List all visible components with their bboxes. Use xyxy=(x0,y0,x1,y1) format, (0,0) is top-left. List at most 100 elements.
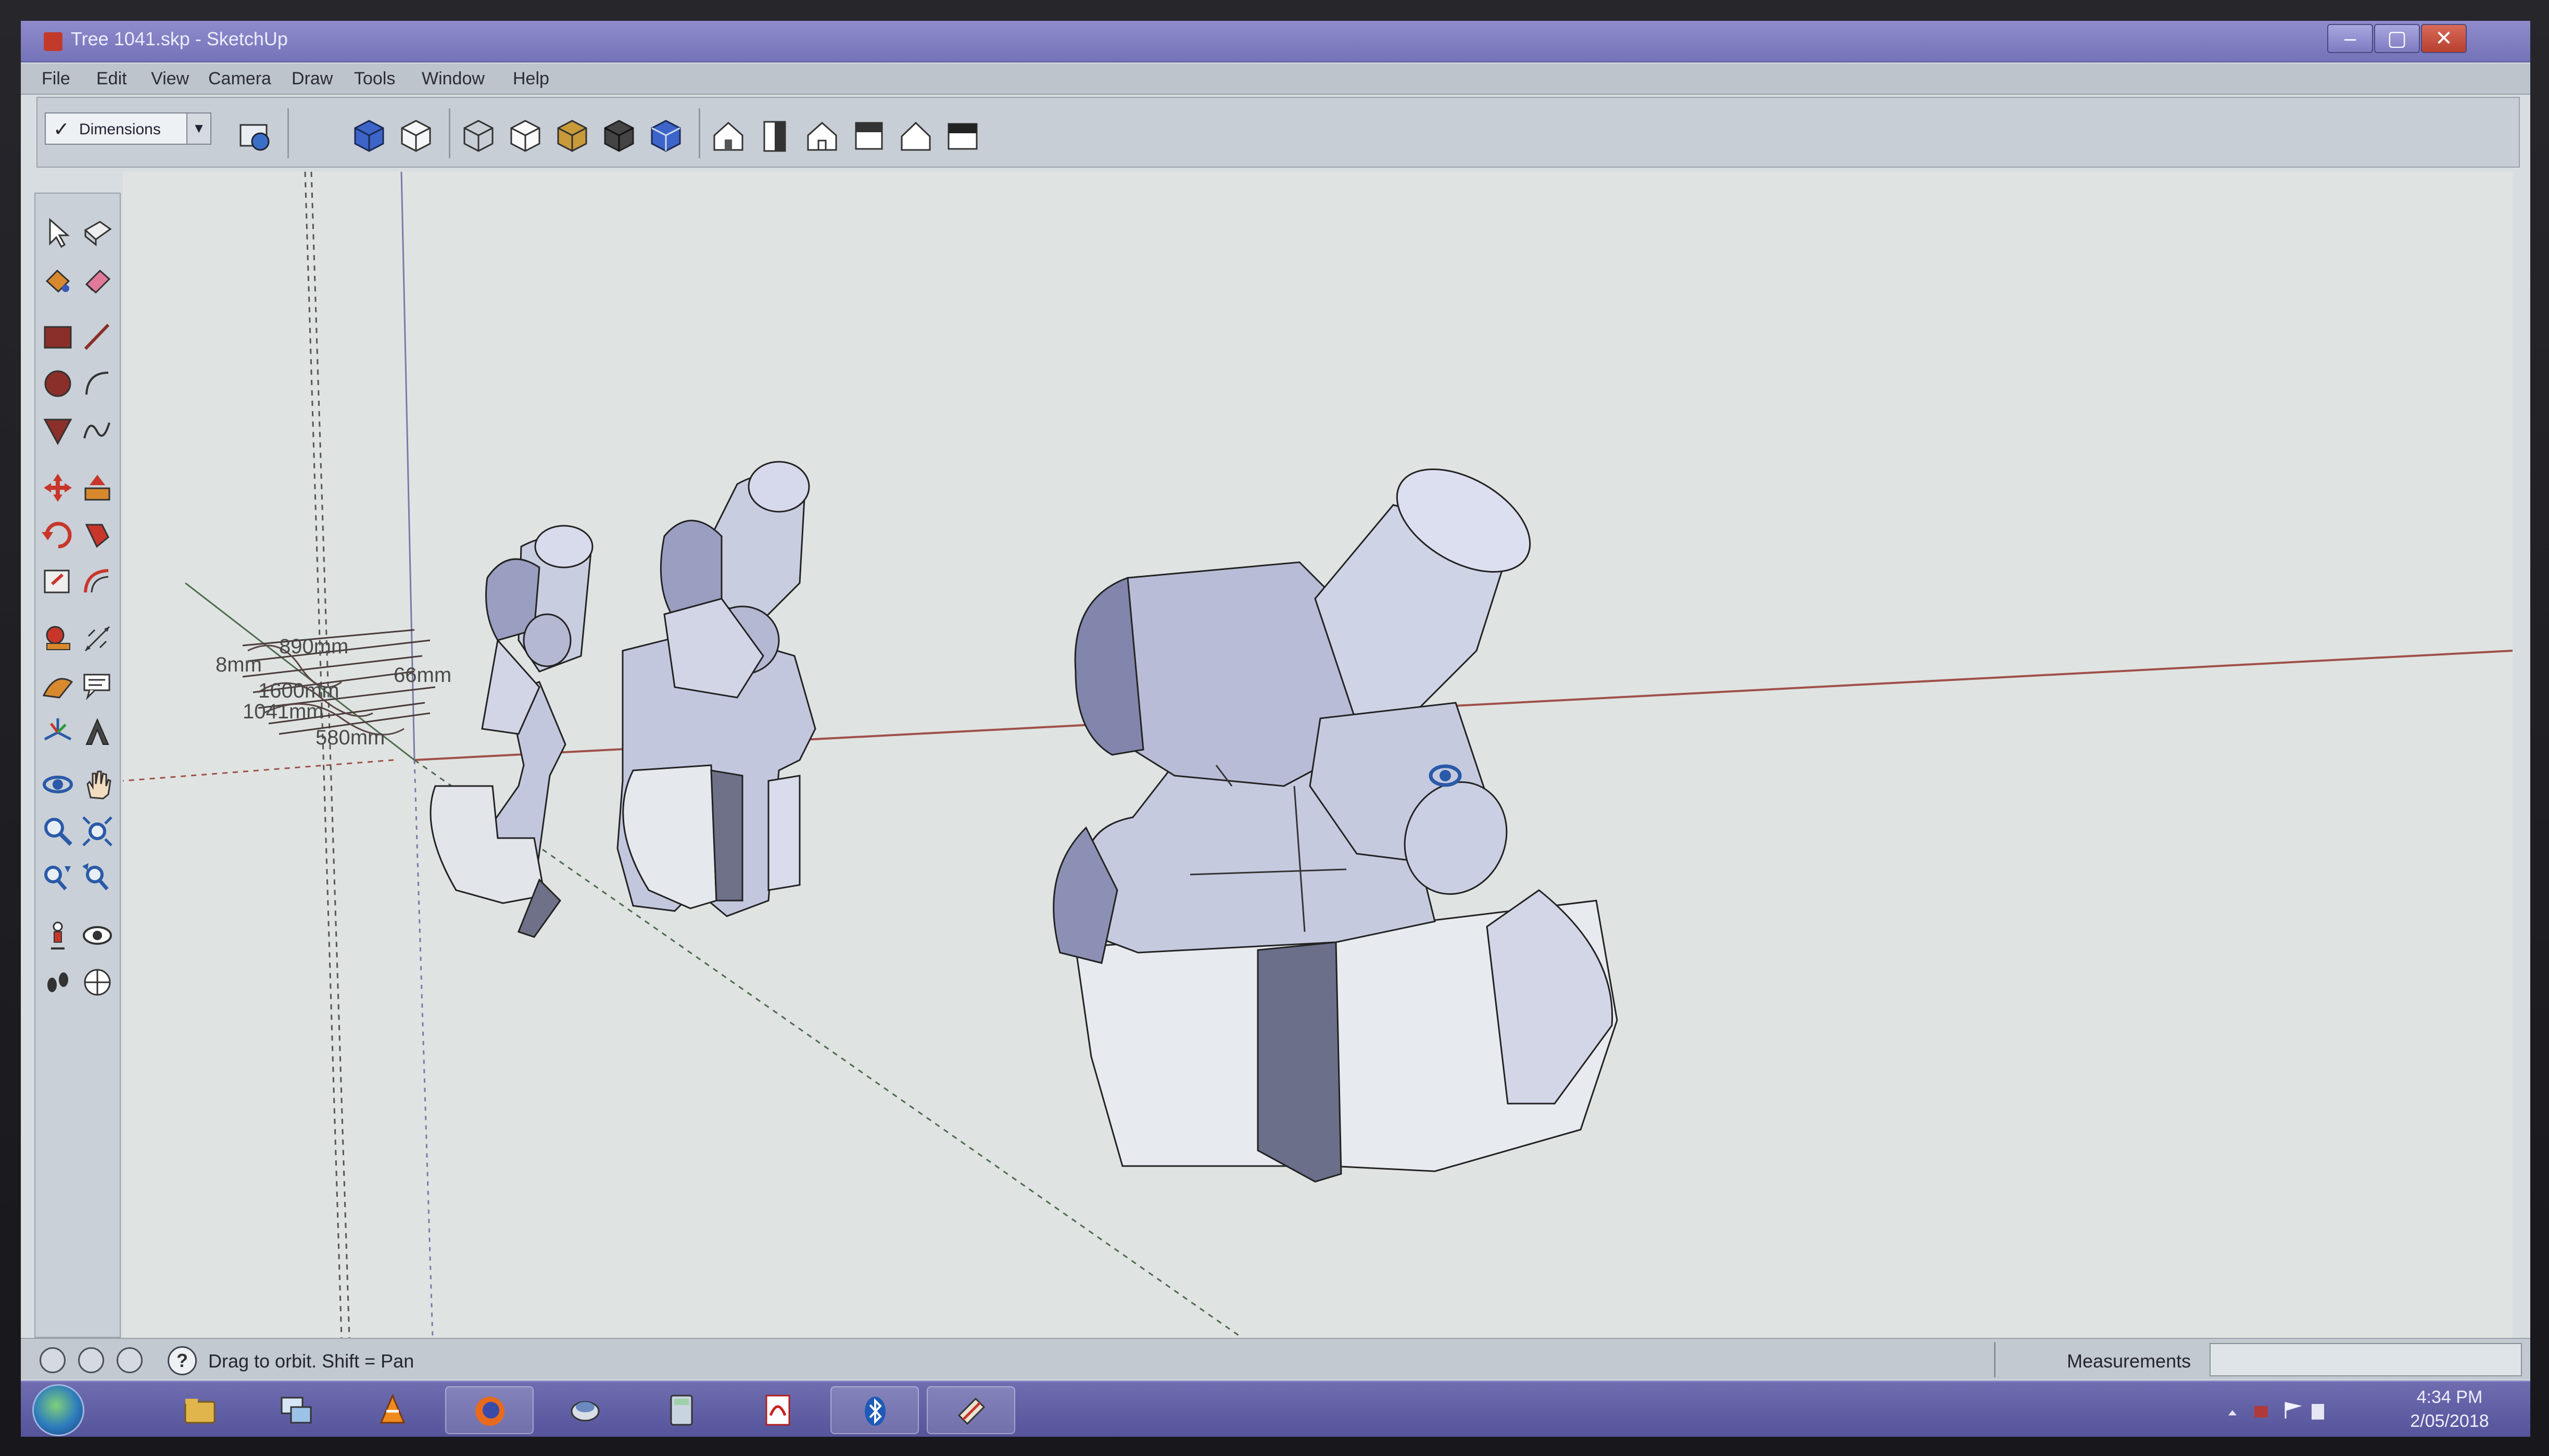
hidden-line-icon[interactable] xyxy=(600,117,638,155)
clock-time[interactable]: 4:34 PM xyxy=(2390,1387,2509,1408)
shaded-icon[interactable] xyxy=(553,117,591,155)
menu-edit[interactable]: Edit xyxy=(96,69,127,89)
maximize-button[interactable]: ▢ xyxy=(2374,24,2420,53)
tree-model-small[interactable] xyxy=(430,525,594,938)
3d-text-icon[interactable] xyxy=(79,714,116,751)
freehand-icon[interactable] xyxy=(79,412,116,449)
menu-file[interactable]: File xyxy=(42,69,70,89)
power-icon xyxy=(2312,1404,2324,1420)
menu-window[interactable]: Window xyxy=(422,69,485,89)
rotate-icon[interactable] xyxy=(40,516,76,553)
section-icon[interactable] xyxy=(943,117,982,155)
dimension-icon[interactable] xyxy=(79,621,116,657)
walk-icon[interactable] xyxy=(40,964,76,1001)
right-view-icon[interactable] xyxy=(506,117,545,155)
close-button[interactable]: ✕ xyxy=(2421,24,2467,53)
zoom-window-icon[interactable] xyxy=(79,813,116,850)
select-icon[interactable] xyxy=(40,214,76,251)
clock-date[interactable]: 2/05/2018 xyxy=(2390,1411,2509,1432)
help-icon[interactable]: ? xyxy=(168,1346,197,1375)
rectangle-icon[interactable] xyxy=(40,319,76,355)
taskbar-sketchup[interactable] xyxy=(927,1386,1015,1434)
taskbar-bluetooth[interactable] xyxy=(830,1386,919,1434)
menu-help[interactable]: Help xyxy=(513,69,549,89)
pdf-icon xyxy=(765,1395,790,1426)
show-hidden-icons-icon xyxy=(2228,1410,2237,1415)
polygon-icon[interactable] xyxy=(40,412,76,449)
follow-me-icon[interactable] xyxy=(79,516,116,553)
system-tray xyxy=(2228,1402,2324,1420)
tape-measure-icon[interactable] xyxy=(40,621,76,657)
geo-location-icon[interactable] xyxy=(40,1347,66,1373)
menu-camera[interactable]: Camera xyxy=(208,69,271,89)
line-icon[interactable] xyxy=(79,319,116,355)
house-icon[interactable] xyxy=(709,117,748,155)
axes-icon[interactable] xyxy=(40,714,76,751)
title-bar: Tree 1041.skp - SketchUp – ▢ ✕ xyxy=(21,21,2530,62)
calculator-icon xyxy=(670,1395,693,1426)
offset-icon[interactable] xyxy=(79,563,116,600)
tree-model-medium[interactable] xyxy=(616,461,816,917)
user-icon[interactable] xyxy=(117,1347,143,1373)
chevron-down-icon[interactable]: ▼ xyxy=(186,113,210,144)
start-button[interactable] xyxy=(32,1384,84,1436)
layer-manager-icon[interactable] xyxy=(235,117,274,155)
arc-icon[interactable] xyxy=(79,365,116,402)
credits-icon[interactable] xyxy=(78,1347,104,1373)
toolbar-separator xyxy=(449,108,450,158)
door-icon[interactable] xyxy=(756,117,794,155)
minimize-button[interactable]: – xyxy=(2327,24,2373,53)
taskbar-file-explorer[interactable] xyxy=(156,1386,245,1434)
protractor-icon[interactable] xyxy=(40,667,76,704)
zoom-extents-icon[interactable] xyxy=(40,860,76,896)
model-scene: 890mm 8mm 66mm 1600mm 1041mm 580mm xyxy=(123,172,2513,1338)
taskbar-vlc[interactable] xyxy=(349,1386,437,1434)
look-around-icon[interactable] xyxy=(79,917,116,954)
menu-draw[interactable]: Draw xyxy=(292,69,333,89)
roof-icon[interactable] xyxy=(897,117,935,155)
taskbar-remote-desktop[interactable] xyxy=(253,1386,341,1434)
monitor-bezel: Tree 1041.skp - SketchUp – ▢ ✕ File Edit… xyxy=(0,0,2549,1456)
home-icon[interactable] xyxy=(803,117,841,155)
scale-icon[interactable] xyxy=(40,563,76,600)
position-camera-icon[interactable] xyxy=(40,917,76,954)
blue-axis-dotted xyxy=(413,759,434,1338)
paint-bucket-icon[interactable] xyxy=(40,261,76,298)
push-pull-icon[interactable] xyxy=(79,470,116,506)
layer-check-icon: ✓ xyxy=(53,119,70,141)
save-icon[interactable] xyxy=(850,117,888,155)
taskbar-firefox[interactable] xyxy=(445,1386,534,1434)
status-divider xyxy=(1994,1342,1996,1377)
dimension-label: 1041mm xyxy=(243,700,324,723)
make-component-icon[interactable] xyxy=(79,214,116,251)
front-view-icon[interactable] xyxy=(459,117,498,155)
dimension-label: 890mm xyxy=(279,635,348,658)
taskbar-pdf[interactable] xyxy=(734,1386,823,1434)
top-view-icon[interactable] xyxy=(397,117,435,155)
menu-tools[interactable]: Tools xyxy=(354,69,395,89)
text-icon[interactable] xyxy=(79,667,116,704)
taskbar-disk[interactable] xyxy=(541,1386,630,1434)
orbit-icon[interactable] xyxy=(40,766,76,803)
shaded-textures-icon[interactable] xyxy=(647,117,685,155)
eraser-icon[interactable] xyxy=(79,261,116,298)
vlc-icon xyxy=(380,1394,406,1424)
firefox-icon xyxy=(475,1397,504,1426)
section-plane-icon[interactable] xyxy=(79,964,116,1001)
dimension-cluster[interactable]: 890mm 8mm 66mm 1600mm 1041mm 580mm xyxy=(216,629,451,749)
iso-view-icon[interactable] xyxy=(350,117,388,155)
zoom-icon[interactable] xyxy=(40,813,76,850)
previous-view-icon[interactable] xyxy=(79,860,116,896)
move-icon[interactable] xyxy=(40,470,76,506)
tree-model-large[interactable] xyxy=(1053,448,1618,1183)
taskbar-calculator[interactable] xyxy=(638,1386,726,1434)
viewport-canvas[interactable]: 890mm 8mm 66mm 1600mm 1041mm 580mm xyxy=(123,172,2513,1338)
layer-dropdown[interactable]: ✓ Dimensions ▼ xyxy=(45,112,211,145)
menu-view[interactable]: View xyxy=(151,69,189,89)
pan-icon[interactable] xyxy=(79,766,116,803)
measurements-input[interactable] xyxy=(2210,1343,2522,1376)
status-bar: ? Drag to orbit. Shift = Pan Measurement… xyxy=(21,1338,2530,1379)
red-axis-dotted xyxy=(123,759,394,782)
bluetooth-icon xyxy=(865,1397,886,1426)
circle-icon[interactable] xyxy=(40,365,76,402)
